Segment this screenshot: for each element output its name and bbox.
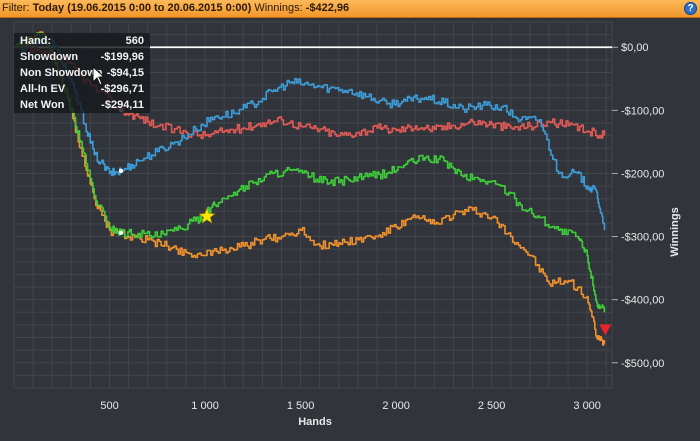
filter-bar: Filter: Today (19.06.2015 0:00 to 20.06.…: [0, 0, 700, 18]
x-tick-label: 1 500: [287, 400, 315, 412]
y-tick-label: -$200,00: [621, 168, 664, 180]
x-tick-label: 500: [100, 400, 118, 412]
winnings-value: -$422,96: [305, 2, 350, 14]
tooltip-row-net-won: Net Won -$294,11: [20, 99, 144, 111]
y-tick-label: -$300,00: [621, 232, 664, 244]
y-tick-label: -$400,00: [621, 295, 664, 307]
start-point-blue: [118, 168, 124, 174]
winnings-label: Winnings:: [254, 2, 306, 14]
y-tick-label: -$100,00: [621, 105, 664, 117]
x-tick-label: 2 000: [382, 400, 410, 412]
hover-tooltip: Hand: 560 Showdown -$199,96 Non Showdown -$…: [14, 33, 150, 113]
tooltip-row-non-showdown: Non Showdown -$94,15: [20, 67, 144, 79]
x-axis-title: Hands: [298, 416, 332, 428]
x-tick-label: 1 000: [191, 400, 219, 412]
y-tick-label: -$500,00: [621, 358, 664, 370]
filter-label: Filter:: [2, 2, 33, 14]
mouse-cursor-icon: [92, 66, 106, 86]
tooltip-row-hand: Hand: 560: [20, 35, 144, 47]
x-tick-label: 3 000: [573, 400, 601, 412]
filter-value[interactable]: Today (19.06.2015 0:00 to 20.06.2015 0:0…: [33, 2, 252, 14]
end-triangle-marker: [599, 324, 612, 336]
start-point-green: [118, 230, 124, 235]
y-tick-label: $0,00: [621, 42, 649, 54]
tooltip-row-all-in-ev: All-In EV -$296,71: [20, 83, 144, 95]
tooltip-row-showdown: Showdown -$199,96: [20, 51, 144, 63]
help-icon[interactable]: ?: [684, 2, 697, 15]
x-tick-label: 2 500: [478, 400, 506, 412]
y-axis-title: Winnings: [669, 207, 681, 257]
